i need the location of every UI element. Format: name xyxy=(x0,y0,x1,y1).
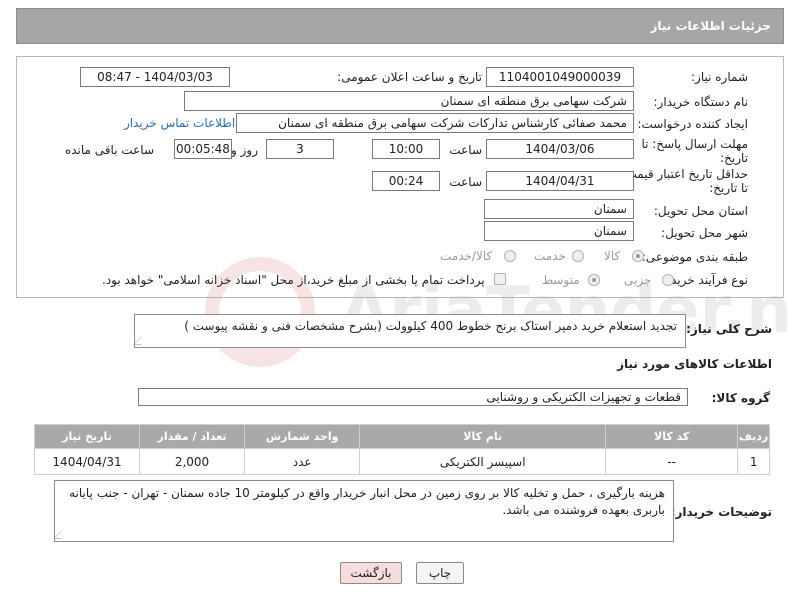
city-field[interactable]: سمنان xyxy=(484,221,634,241)
col-row-number: ردیف xyxy=(737,424,770,449)
back-button[interactable]: بازگشت xyxy=(340,562,402,584)
validity-time-label: ساعت xyxy=(449,175,482,189)
category-radio-service[interactable] xyxy=(572,250,584,262)
category-option-both: کالا/خدمت xyxy=(440,249,493,263)
reply-deadline-label: مهلت ارسال پاسخ: تا xyxy=(641,137,748,151)
process-option-medium: متوسط xyxy=(542,273,580,287)
city-label: شهر محل تحویل: xyxy=(661,226,748,240)
description-label: شرح کلی نیاز: xyxy=(686,322,772,336)
process-radio-minor[interactable] xyxy=(662,274,674,286)
announce-date-field[interactable]: 1404/03/03 - 08:47 xyxy=(80,67,230,87)
resize-handle-icon[interactable] xyxy=(133,337,149,345)
page-title: جزئیات اطلاعات نیاز xyxy=(650,19,771,33)
buyer-org-label: نام دستگاه خریدار: xyxy=(653,95,749,109)
description-text: تجدید استعلام خرید دمپر استاک برنج خطوط … xyxy=(184,319,677,333)
process-option-minor: جزیی xyxy=(624,273,652,287)
days-label: روز و xyxy=(231,143,258,157)
buyer-org-field[interactable]: شرکت سهامی برق منطقه ای سمنان xyxy=(184,91,634,111)
description-field[interactable]: تجدید استعلام خرید دمپر استاک برنج خطوط … xyxy=(133,314,686,348)
notes-resize-handle-icon[interactable] xyxy=(53,531,69,539)
remaining-time-field[interactable]: 00:05:48 xyxy=(174,139,232,159)
province-label: استان محل تحویل: xyxy=(653,204,748,218)
goods-group-field[interactable]: قطعات و تجهیزات الکتریکی و روشنایی xyxy=(138,388,688,406)
col-item-name: نام کالا xyxy=(359,424,607,449)
min-validity-label: حداقل تاریخ اعتبار قیمت: xyxy=(621,167,748,181)
category-radio-goods[interactable] xyxy=(632,250,644,262)
category-radio-both[interactable] xyxy=(504,250,516,262)
reply-time-field[interactable]: 10:00 xyxy=(372,139,440,159)
buyer-notes-field[interactable]: هزینه بارگیری ، حمل و تخلیه کالا بر روی … xyxy=(53,480,674,542)
buyer-notes-label: توضیحات خریدار: xyxy=(670,505,772,519)
reply-time-label: ساعت xyxy=(449,143,482,157)
print-button[interactable]: چاپ xyxy=(416,562,464,584)
cell-row-number: 1 xyxy=(737,448,770,475)
goods-section-title: اطلاعات کالاهای مورد نیاز xyxy=(617,357,772,371)
payment-note: پرداخت تمام یا بخشی از مبلغ خرید،از محل … xyxy=(102,273,485,287)
cell-item-code: -- xyxy=(605,448,739,475)
col-item-code: کد کالا xyxy=(605,424,739,449)
process-radio-medium[interactable] xyxy=(588,274,600,286)
category-label: طبقه بندی موضوعی: xyxy=(641,250,748,264)
page-header: جزئیات اطلاعات نیاز xyxy=(16,8,784,44)
col-quantity: تعداد / مقدار xyxy=(139,424,245,449)
validity-date-field[interactable]: 1404/04/31 xyxy=(486,171,634,191)
days-field[interactable]: 3 xyxy=(266,139,334,159)
cell-item-name: اسپیسر الکتریکی xyxy=(359,448,607,475)
creator-label: ایجاد کننده درخواست: xyxy=(637,117,748,131)
goods-table: ردیف کد کالا نام کالا واحد شمارش تعداد /… xyxy=(33,424,770,475)
cell-quantity: 2,000 xyxy=(139,448,245,475)
contact-buyer-link[interactable]: اطلاعات تماس خریدار xyxy=(124,116,235,130)
need-number-label: شماره نیاز: xyxy=(691,70,748,84)
category-option-service: خدمت xyxy=(534,249,566,263)
announce-date-label: تاریخ و ساعت اعلان عمومی: xyxy=(337,70,482,84)
remaining-time-label: ساعت باقی مانده xyxy=(64,143,154,157)
creator-field[interactable]: محمد صفائی کارشناس تدارکات شرکت سهامی بر… xyxy=(236,113,634,133)
goods-group-label: گروه کالا: xyxy=(711,391,770,405)
payment-checkbox[interactable] xyxy=(494,273,506,285)
reply-deadline-label-2: تاریخ: xyxy=(720,151,748,165)
need-number-field[interactable]: 1104001049000039 xyxy=(486,67,634,87)
cell-unit: عدد xyxy=(243,448,361,475)
cell-need-date: 1404/04/31 xyxy=(33,448,141,475)
table-row[interactable]: 1 -- اسپیسر الکتریکی عدد 2,000 1404/04/3… xyxy=(33,448,770,475)
goods-table-header: ردیف کد کالا نام کالا واحد شمارش تعداد /… xyxy=(33,424,770,449)
buyer-notes-text: هزینه بارگیری ، حمل و تخلیه کالا بر روی … xyxy=(69,486,665,517)
validity-time-field[interactable]: 00:24 xyxy=(372,171,440,191)
col-unit: واحد شمارش xyxy=(243,424,361,449)
min-validity-label-2: تا تاریخ: xyxy=(709,181,748,195)
process-label: نوع فرآیند خرید : xyxy=(663,273,748,287)
reply-date-field[interactable]: 1404/03/06 xyxy=(486,139,634,159)
col-need-date: تاریخ نیاز xyxy=(33,424,141,449)
category-option-goods: کالا xyxy=(604,249,621,263)
province-field[interactable]: سمنان xyxy=(484,199,634,219)
